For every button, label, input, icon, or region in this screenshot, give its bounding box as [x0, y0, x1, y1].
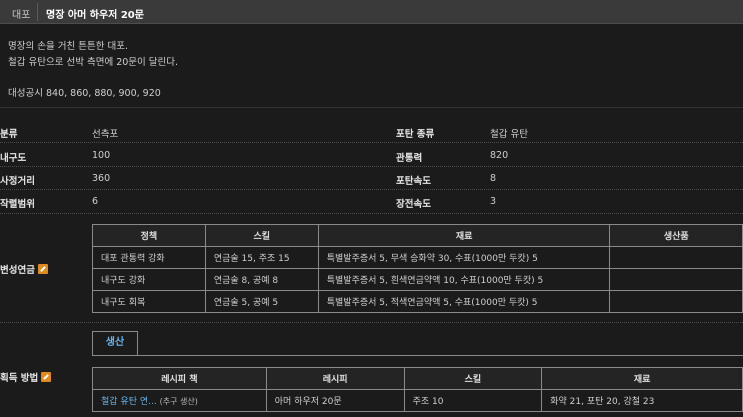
tab-production[interactable]: 생산 [92, 331, 138, 356]
policy-link[interactable]: 대포 관통력 강화 [92, 246, 206, 269]
column-header: 레시피 [265, 367, 405, 390]
header-divider [37, 3, 38, 21]
edit-icon[interactable] [41, 372, 52, 382]
acquire-table-header: 레시피 책 레시피 스킬 재료 [92, 367, 743, 390]
edit-icon[interactable] [37, 264, 48, 274]
modify-label: 변성연금 [0, 262, 48, 276]
shell-speed-value: 8 [490, 173, 497, 184]
column-header: 생산품 [609, 224, 743, 247]
materials-link[interactable]: 특별발주증서 5, 흰색연금약액 10, 수표(1000만 두캇) 5 [317, 268, 611, 291]
divider [0, 107, 743, 108]
table-row: 대포 관통력 강화 연금술 15, 주조 15 특별발주증서 5, 무색 승화약… [92, 246, 743, 269]
reload-label: 장전속도 [396, 199, 431, 210]
durability-label: 내구도 [0, 153, 27, 164]
acquire-table: 레시피 책 레시피 스킬 재료 철갑 유탄 연... (추구 생산) 아머 하우… [92, 367, 743, 412]
column-header: 재료 [317, 224, 611, 247]
column-header: 스킬 [204, 224, 319, 247]
divider [0, 213, 743, 214]
policy-link[interactable]: 내구도 회복 [92, 290, 206, 313]
class-label: 분류 [0, 129, 18, 140]
policy-link[interactable]: 내구도 강화 [92, 268, 206, 291]
description-line-1: 명장의 손을 거친 튼튼한 대포. [8, 41, 128, 52]
durability-value: 100 [92, 150, 111, 161]
skill-link[interactable]: 연금술 5, 공예 5 [204, 290, 319, 313]
acquire-label: 획득 방법 [0, 370, 52, 384]
divider [0, 322, 743, 323]
modify-label-text: 변성연금 [0, 265, 35, 276]
penetration-label: 관통력 [396, 153, 423, 164]
product-cell [609, 290, 743, 313]
column-header: 정책 [92, 224, 206, 247]
class-value: 선측포 [92, 129, 119, 140]
divider [0, 189, 743, 190]
recipe-book-link[interactable]: 철갑 유탄 연... [101, 397, 157, 407]
recipe-book-cell: 철갑 유탄 연... (추구 생산) [92, 389, 267, 412]
skill-link[interactable]: 주조 10 [403, 389, 543, 412]
great-success-values: 대성공시 840, 860, 880, 900, 920 [8, 88, 161, 99]
skill-link[interactable]: 연금술 8, 공예 8 [204, 268, 319, 291]
shell-type-label: 포탄 종류 [396, 129, 435, 140]
table-row: 내구도 회복 연금술 5, 공예 5 특별발주증서 5, 적색연금약액 5, 수… [92, 290, 743, 313]
tab-underline [92, 355, 743, 356]
column-header: 재료 [541, 367, 743, 390]
recipe-link[interactable]: 아머 하우저 20문 [265, 389, 405, 412]
recipe-book-note: (추구 생산) [159, 397, 198, 406]
divider [0, 142, 743, 143]
shell-type-value: 철갑 유탄 [490, 129, 528, 140]
spread-value: 6 [92, 196, 99, 207]
modify-table: 정책 스킬 재료 생산품 대포 관통력 강화 연금술 15, 주조 15 특별발… [92, 224, 743, 313]
shell-speed-label: 포탄속도 [396, 176, 431, 187]
item-category: 대포 [12, 10, 31, 21]
acquire-label-text: 획득 방법 [0, 373, 39, 384]
description-line-2: 철갑 유탄으로 선박 측면에 20문이 달린다. [8, 57, 179, 68]
materials-link[interactable]: 특별발주증서 5, 적색연금약액 5, 수표(1000만 두캇) 5 [317, 290, 611, 313]
range-value: 360 [92, 173, 111, 184]
materials-link[interactable]: 화약 21, 포탄 20, 강철 23 [541, 389, 743, 412]
table-row: 철갑 유탄 연... (추구 생산) 아머 하우저 20문 주조 10 화약 2… [92, 389, 743, 412]
product-cell [609, 246, 743, 269]
range-label: 사정거리 [0, 176, 35, 187]
modify-table-header: 정책 스킬 재료 생산품 [92, 224, 743, 247]
materials-link[interactable]: 특별발주증서 5, 무색 승화약 30, 수표(1000만 두캇) 5 [317, 246, 611, 269]
column-header: 레시피 책 [92, 367, 267, 390]
skill-link[interactable]: 연금술 15, 주조 15 [204, 246, 319, 269]
column-header: 스킬 [403, 367, 543, 390]
product-cell [609, 268, 743, 291]
penetration-value: 820 [490, 150, 509, 161]
item-header: 대포 명장 아머 하우저 20문 [0, 0, 743, 24]
divider [0, 166, 743, 167]
reload-value: 3 [490, 196, 497, 207]
spread-label: 작렬범위 [0, 199, 35, 210]
table-row: 내구도 강화 연금술 8, 공예 8 특별발주증서 5, 흰색연금약액 10, … [92, 268, 743, 291]
item-title: 명장 아머 하우저 20문 [46, 10, 144, 21]
